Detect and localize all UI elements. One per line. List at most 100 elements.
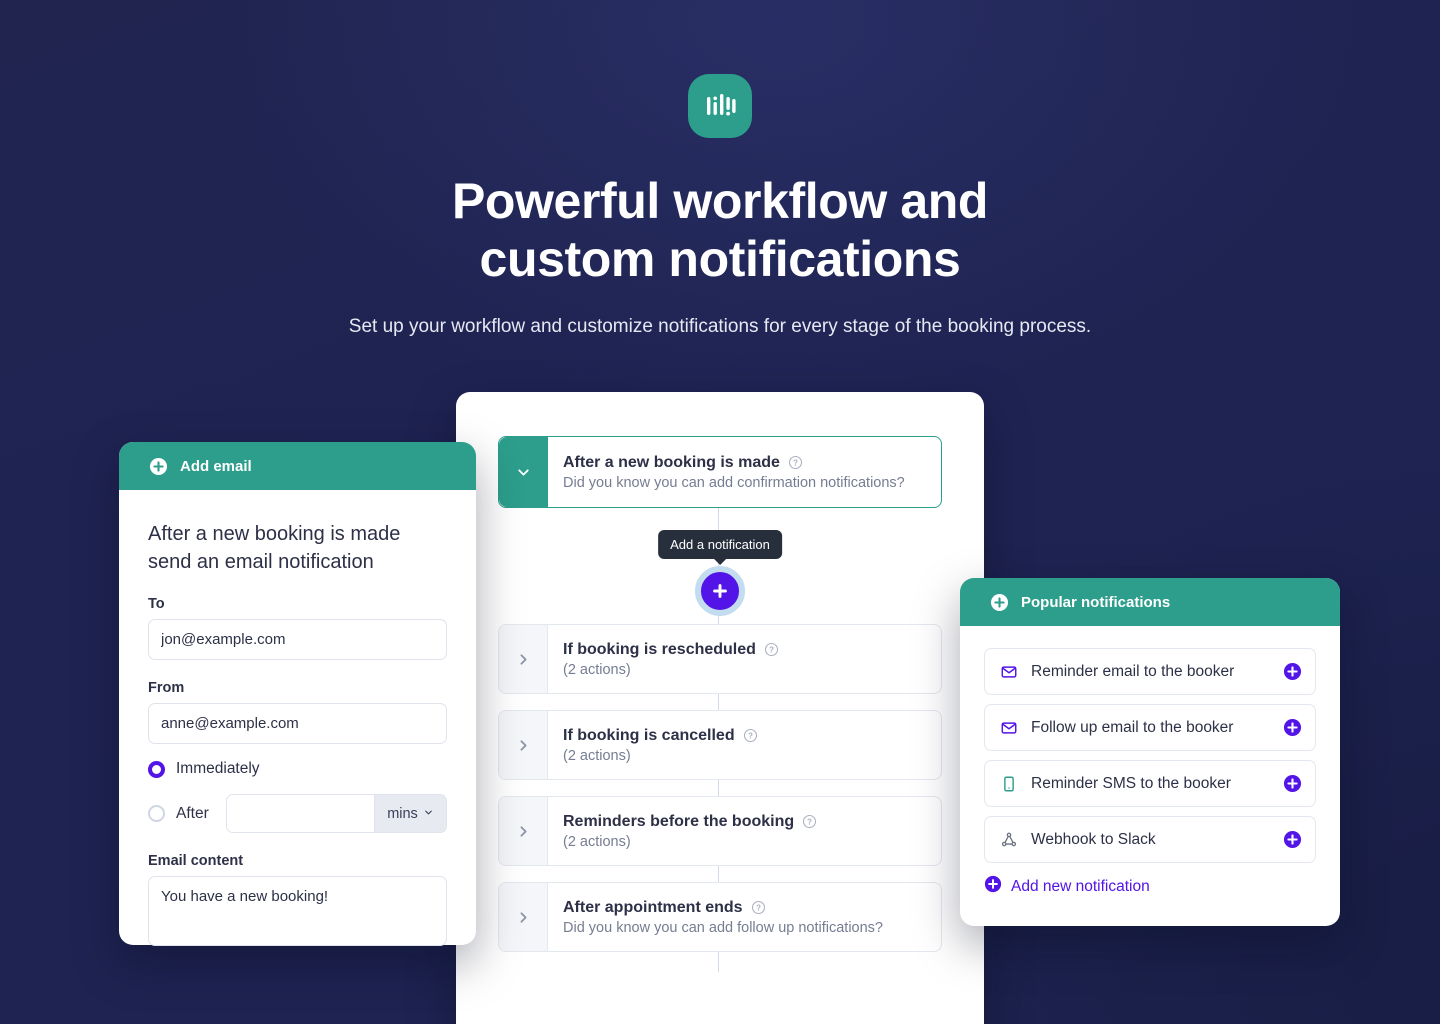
radio-immediately-label: Immediately — [176, 760, 260, 777]
envelope-icon — [999, 719, 1019, 737]
popular-notifications-title: Popular notifications — [1021, 593, 1171, 611]
add-notification-button[interactable] — [695, 566, 745, 616]
help-icon[interactable]: ? — [751, 900, 766, 915]
notification-item-label: Reminder SMS to the booker — [1031, 774, 1231, 792]
form-title-line-2: send an email notification — [148, 551, 374, 573]
svg-text:?: ? — [756, 904, 761, 913]
after-delay-input[interactable] — [226, 795, 374, 832]
workflow-row-title-wrap: After appointment ends ? — [563, 899, 925, 917]
from-label: From — [148, 680, 185, 696]
workflow-row-body: After a new booking is made ? Did you kn… — [548, 437, 941, 507]
chevron-right-icon[interactable] — [499, 797, 548, 865]
workflow-row-body: If booking is cancelled ? (2 actions) — [548, 711, 941, 779]
plus-icon — [713, 584, 727, 598]
workflow-row-title-wrap: Reminders before the booking ? — [563, 813, 925, 831]
headline-line-1: Powerful workflow and — [451, 173, 989, 229]
workflow-row-body: Reminders before the booking ? (2 action… — [548, 797, 941, 865]
email-content-textarea[interactable] — [148, 876, 447, 946]
workflow-row-title-wrap: After a new booking is made ? — [563, 454, 925, 472]
plus-circle-icon — [149, 457, 168, 476]
envelope-icon — [999, 663, 1019, 681]
add-notification-item-button[interactable] — [1283, 662, 1302, 681]
workflow-row-booking-rescheduled[interactable]: If booking is rescheduled ? (2 actions) — [498, 624, 942, 694]
workflow-row-title: After appointment ends — [563, 898, 743, 916]
workflow-row-subtitle: (2 actions) — [563, 747, 631, 764]
workflow-row-subtitle: (2 actions) — [563, 833, 631, 850]
chevron-down-icon[interactable] — [499, 437, 548, 507]
popular-notifications-header: Popular notifications — [960, 578, 1340, 626]
page-subtitle: Set up your workflow and customize notif… — [348, 316, 1092, 337]
add-email-card-header: Add email — [119, 442, 476, 490]
plus-circle-icon — [984, 875, 1002, 898]
workflow-row-body: After appointment ends ? Did you know yo… — [548, 883, 941, 951]
workflow-row-body: If booking is rescheduled ? (2 actions) — [548, 625, 941, 693]
svg-text:?: ? — [793, 459, 798, 468]
page-title: Powerful workflow and custom notificatio… — [0, 172, 1440, 288]
workflow-row-after-new-booking[interactable]: After a new booking is made ? Did you kn… — [498, 436, 942, 508]
email-content-label: Email content — [148, 853, 244, 869]
chevron-right-icon[interactable] — [499, 625, 548, 693]
chevron-right-icon[interactable] — [499, 883, 548, 951]
add-email-form-title: After a new booking is made send an emai… — [148, 520, 447, 576]
notification-item-label: Follow up email to the booker — [1031, 718, 1234, 736]
help-icon[interactable]: ? — [802, 814, 817, 829]
popular-notifications-card: Popular notifications Reminder email to … — [960, 578, 1340, 926]
workflow-row-subtitle: Did you know you can add confirmation no… — [563, 474, 905, 491]
workflow-row-subtitle: Did you know you can add follow up notif… — [563, 919, 883, 936]
add-email-card-title: Add email — [180, 457, 252, 475]
add-notification-item-button[interactable] — [1283, 830, 1302, 849]
notification-item-reminder-sms[interactable]: Reminder SMS to the booker — [984, 760, 1316, 807]
add-email-card: Add email After a new booking is made se… — [119, 442, 476, 946]
headline-line-2: custom notifications — [479, 231, 961, 287]
timing-immediately-option[interactable]: Immediately — [148, 760, 447, 778]
workflow-row-title: If booking is rescheduled — [563, 640, 756, 658]
mobile-phone-icon — [999, 775, 1019, 793]
workflow-row-title: If booking is cancelled — [563, 726, 735, 744]
webhook-share-icon — [999, 831, 1019, 849]
radio-after-label: After — [176, 804, 209, 822]
svg-text:?: ? — [769, 646, 774, 655]
workflow-row-reminders-before-booking[interactable]: Reminders before the booking ? (2 action… — [498, 796, 942, 866]
from-email-field[interactable] — [148, 703, 447, 744]
radio-after[interactable] — [148, 805, 165, 822]
workflow-row-after-appointment-ends[interactable]: After appointment ends ? Did you know yo… — [498, 882, 942, 952]
help-icon[interactable]: ? — [764, 642, 779, 657]
notification-item-label: Reminder email to the booker — [1031, 662, 1235, 680]
form-title-line-1: After a new booking is made — [148, 523, 401, 545]
add-notification-item-button[interactable] — [1283, 718, 1302, 737]
add-new-notification-label: Add new notification — [1011, 877, 1150, 895]
plus-circle-icon — [990, 593, 1009, 612]
hero-section: Powerful workflow and custom notificatio… — [0, 0, 1440, 340]
radio-immediately[interactable] — [148, 760, 165, 778]
popular-notifications-body: Reminder email to the booker Follow up e… — [960, 626, 1340, 898]
chevron-right-icon[interactable] — [499, 711, 548, 779]
notification-item-label: Webhook to Slack — [1031, 830, 1156, 848]
workflow-row-title: Reminders before the booking — [563, 812, 795, 830]
after-delay-unit-select[interactable]: mins — [374, 795, 446, 832]
add-notification-tooltip: Add a notification — [658, 530, 782, 565]
add-new-notification-link[interactable]: Add new notification — [984, 875, 1316, 898]
after-delay-unit-value: mins — [387, 805, 418, 822]
notification-item-follow-up-email[interactable]: Follow up email to the booker — [984, 704, 1316, 751]
to-label: To — [148, 596, 165, 612]
help-icon[interactable]: ? — [743, 728, 758, 743]
workflow-row-title-wrap: If booking is rescheduled ? — [563, 641, 925, 659]
after-delay-group: mins — [225, 794, 447, 833]
workflow-row-booking-cancelled[interactable]: If booking is cancelled ? (2 actions) — [498, 710, 942, 780]
timing-after-option[interactable]: After mins — [148, 794, 447, 833]
workflow-card: After a new booking is made ? Did you kn… — [456, 392, 984, 1024]
add-notification-item-button[interactable] — [1283, 774, 1302, 793]
notification-item-webhook-slack[interactable]: Webhook to Slack — [984, 816, 1316, 863]
add-email-card-body: After a new booking is made send an emai… — [119, 490, 476, 951]
to-email-field[interactable] — [148, 619, 447, 660]
notification-item-reminder-email[interactable]: Reminder email to the booker — [984, 648, 1316, 695]
workflow-list: After a new booking is made ? Did you kn… — [456, 392, 984, 972]
workflow-row-title-wrap: If booking is cancelled ? — [563, 727, 925, 745]
svg-text:?: ? — [807, 818, 812, 827]
svg-text:?: ? — [748, 732, 753, 741]
help-icon[interactable]: ? — [788, 455, 803, 470]
chevron-down-icon — [423, 806, 434, 822]
add-notification-area: Add a notification — [498, 524, 942, 624]
logo-icon — [688, 74, 752, 138]
workflow-row-subtitle: (2 actions) — [563, 661, 631, 678]
